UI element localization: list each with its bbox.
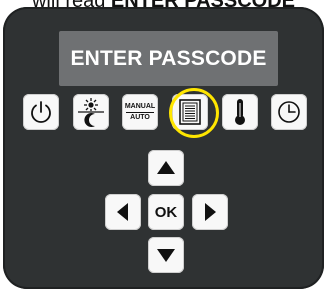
manual-auto-button[interactable]: MANUAL AUTO xyxy=(122,94,158,130)
up-arrow-button[interactable] xyxy=(148,150,184,186)
day-night-button[interactable] xyxy=(73,94,109,130)
power-button[interactable] xyxy=(23,94,59,130)
ok-button[interactable]: OK xyxy=(148,194,184,230)
arrow-right-icon xyxy=(205,203,216,221)
arrow-up-icon xyxy=(157,161,175,174)
auto-label: AUTO xyxy=(130,113,150,121)
ok-label: OK xyxy=(154,203,178,221)
thermometer-icon xyxy=(235,99,245,125)
control-panel: ENTER PASSCODE MANUAL AUTO OK xyxy=(3,7,324,289)
down-arrow-button[interactable] xyxy=(148,237,184,273)
power-icon xyxy=(31,101,51,123)
day-night-icon xyxy=(78,98,104,127)
right-arrow-button[interactable] xyxy=(192,194,228,230)
menu-button[interactable] xyxy=(172,94,208,130)
manual-auto-divider xyxy=(126,111,154,113)
temperature-button[interactable] xyxy=(222,94,258,130)
clock-icon xyxy=(278,101,300,123)
arrow-left-icon xyxy=(117,203,128,221)
display-text: ENTER PASSCODE xyxy=(70,46,267,70)
clock-button[interactable] xyxy=(271,94,307,130)
lcd-display: ENTER PASSCODE xyxy=(59,31,278,86)
menu-list-icon xyxy=(179,99,201,125)
manual-label: MANUAL xyxy=(124,102,156,110)
left-arrow-button[interactable] xyxy=(105,194,141,230)
arrow-down-icon xyxy=(157,249,175,262)
